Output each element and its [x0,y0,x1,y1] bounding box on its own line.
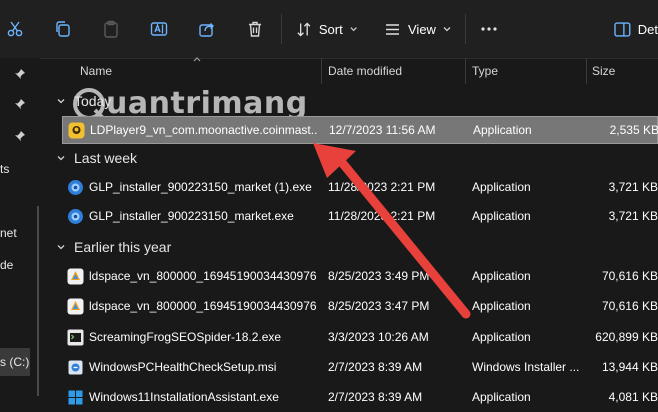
annotation-arrow [313,143,471,319]
